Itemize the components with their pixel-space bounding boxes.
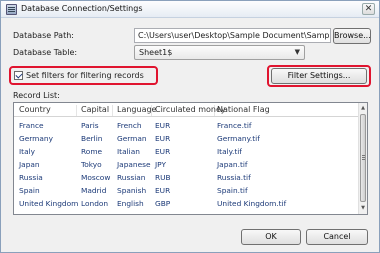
cell-country: Spain <box>19 186 40 195</box>
cell-money: RUB <box>155 173 171 182</box>
cell-money: EUR <box>155 121 171 130</box>
browse-button[interactable]: Browse... <box>333 28 371 44</box>
table-row[interactable]: Japan Tokyo Japanese JPY Japan.tif <box>14 159 359 172</box>
ok-button[interactable]: OK <box>241 229 301 245</box>
cell-money: GBP <box>155 199 171 208</box>
column-header-language[interactable]: Language <box>114 105 156 116</box>
close-button[interactable]: ✕ <box>362 3 375 15</box>
table-row[interactable]: France Paris French EUR France.tif <box>14 120 359 133</box>
column-header-circulated-money[interactable]: Circulated money <box>152 105 226 116</box>
scrollbar-thumb[interactable] <box>360 114 366 202</box>
cell-language: English <box>117 199 144 208</box>
cell-flag: Japan.tif <box>217 160 248 169</box>
cell-flag: Russia.tif <box>217 173 251 182</box>
cell-flag: Italy.tif <box>217 147 242 156</box>
scroll-down-icon[interactable]: ▼ <box>359 204 367 213</box>
cell-money: EUR <box>155 134 171 143</box>
cell-capital: Madrid <box>81 186 107 195</box>
title-bar[interactable]: Database Connection/Settings ✕ <box>1 1 379 18</box>
cell-country: Russia <box>19 173 43 182</box>
database-path-label: Database Path: <box>13 31 74 40</box>
cell-capital: Rome <box>81 147 103 156</box>
record-list-scrollbar[interactable]: ▲ ▼ <box>358 103 367 214</box>
cell-flag: Spain.tif <box>217 186 248 195</box>
cell-country: United Kingdom <box>19 199 79 208</box>
cell-language: Russian <box>117 173 146 182</box>
cancel-button[interactable]: Cancel <box>306 229 368 245</box>
cell-country: France <box>19 121 44 130</box>
filter-checkbox[interactable] <box>14 71 23 80</box>
cell-language: Spanish <box>117 186 147 195</box>
database-icon <box>6 4 17 15</box>
cell-flag: France.tif <box>217 121 252 130</box>
cell-flag: Germany.tif <box>217 134 260 143</box>
scroll-up-icon[interactable]: ▲ <box>359 104 367 113</box>
cell-capital: London <box>81 199 109 208</box>
cell-language: Japanese <box>117 160 151 169</box>
table-row[interactable]: Spain Madrid Spanish EUR Spain.tif <box>14 185 359 198</box>
cell-capital: Berlin <box>81 134 103 143</box>
cell-language: German <box>117 134 147 143</box>
record-list-header: Country Capital Language Circulated mone… <box>14 103 359 117</box>
table-row[interactable]: Russia Moscow Russian RUB Russia.tif <box>14 172 359 185</box>
cell-language: French <box>117 121 142 130</box>
table-row[interactable]: United Kingdom London English GBP United… <box>14 198 359 211</box>
database-table-label: Database Table: <box>13 48 78 57</box>
cell-country: Japan <box>19 160 40 169</box>
database-table-select[interactable]: Sheet1$ ▼ <box>134 45 305 60</box>
cell-capital: Moscow <box>81 173 111 182</box>
cell-money: JPY <box>155 160 166 169</box>
cell-capital: Paris <box>81 121 99 130</box>
cell-flag: United Kingdom.tif <box>217 199 287 208</box>
column-header-national-flag[interactable]: National Flag <box>214 105 294 116</box>
database-path-field[interactable]: C:\Users\user\Desktop\Sample Document\Sa… <box>134 28 331 43</box>
dialog-window: Database Connection/Settings ✕ Database … <box>0 0 380 253</box>
database-table-value: Sheet1$ <box>139 48 173 57</box>
cell-money: EUR <box>155 147 171 156</box>
cell-language: Italian <box>117 147 140 156</box>
cell-country: Italy <box>19 147 36 156</box>
grip-icon <box>362 155 365 156</box>
table-row[interactable]: Germany Berlin German EUR Germany.tif <box>14 133 359 146</box>
cell-country: Germany <box>19 134 53 143</box>
cell-money: EUR <box>155 186 171 195</box>
column-header-capital[interactable]: Capital <box>78 105 113 116</box>
filter-checkbox-label[interactable]: Set filters for filtering records <box>26 71 144 80</box>
table-row[interactable]: Italy Rome Italian EUR Italy.tif <box>14 146 359 159</box>
filter-settings-button[interactable]: Filter Settings... <box>271 68 367 84</box>
chevron-down-icon: ▼ <box>294 48 300 56</box>
window-title: Database Connection/Settings <box>21 4 143 13</box>
record-list-label: Record List: <box>13 91 60 100</box>
column-header-country[interactable]: Country <box>16 105 77 116</box>
cell-capital: Tokyo <box>81 160 102 169</box>
record-list[interactable]: Country Capital Language Circulated mone… <box>13 102 368 215</box>
